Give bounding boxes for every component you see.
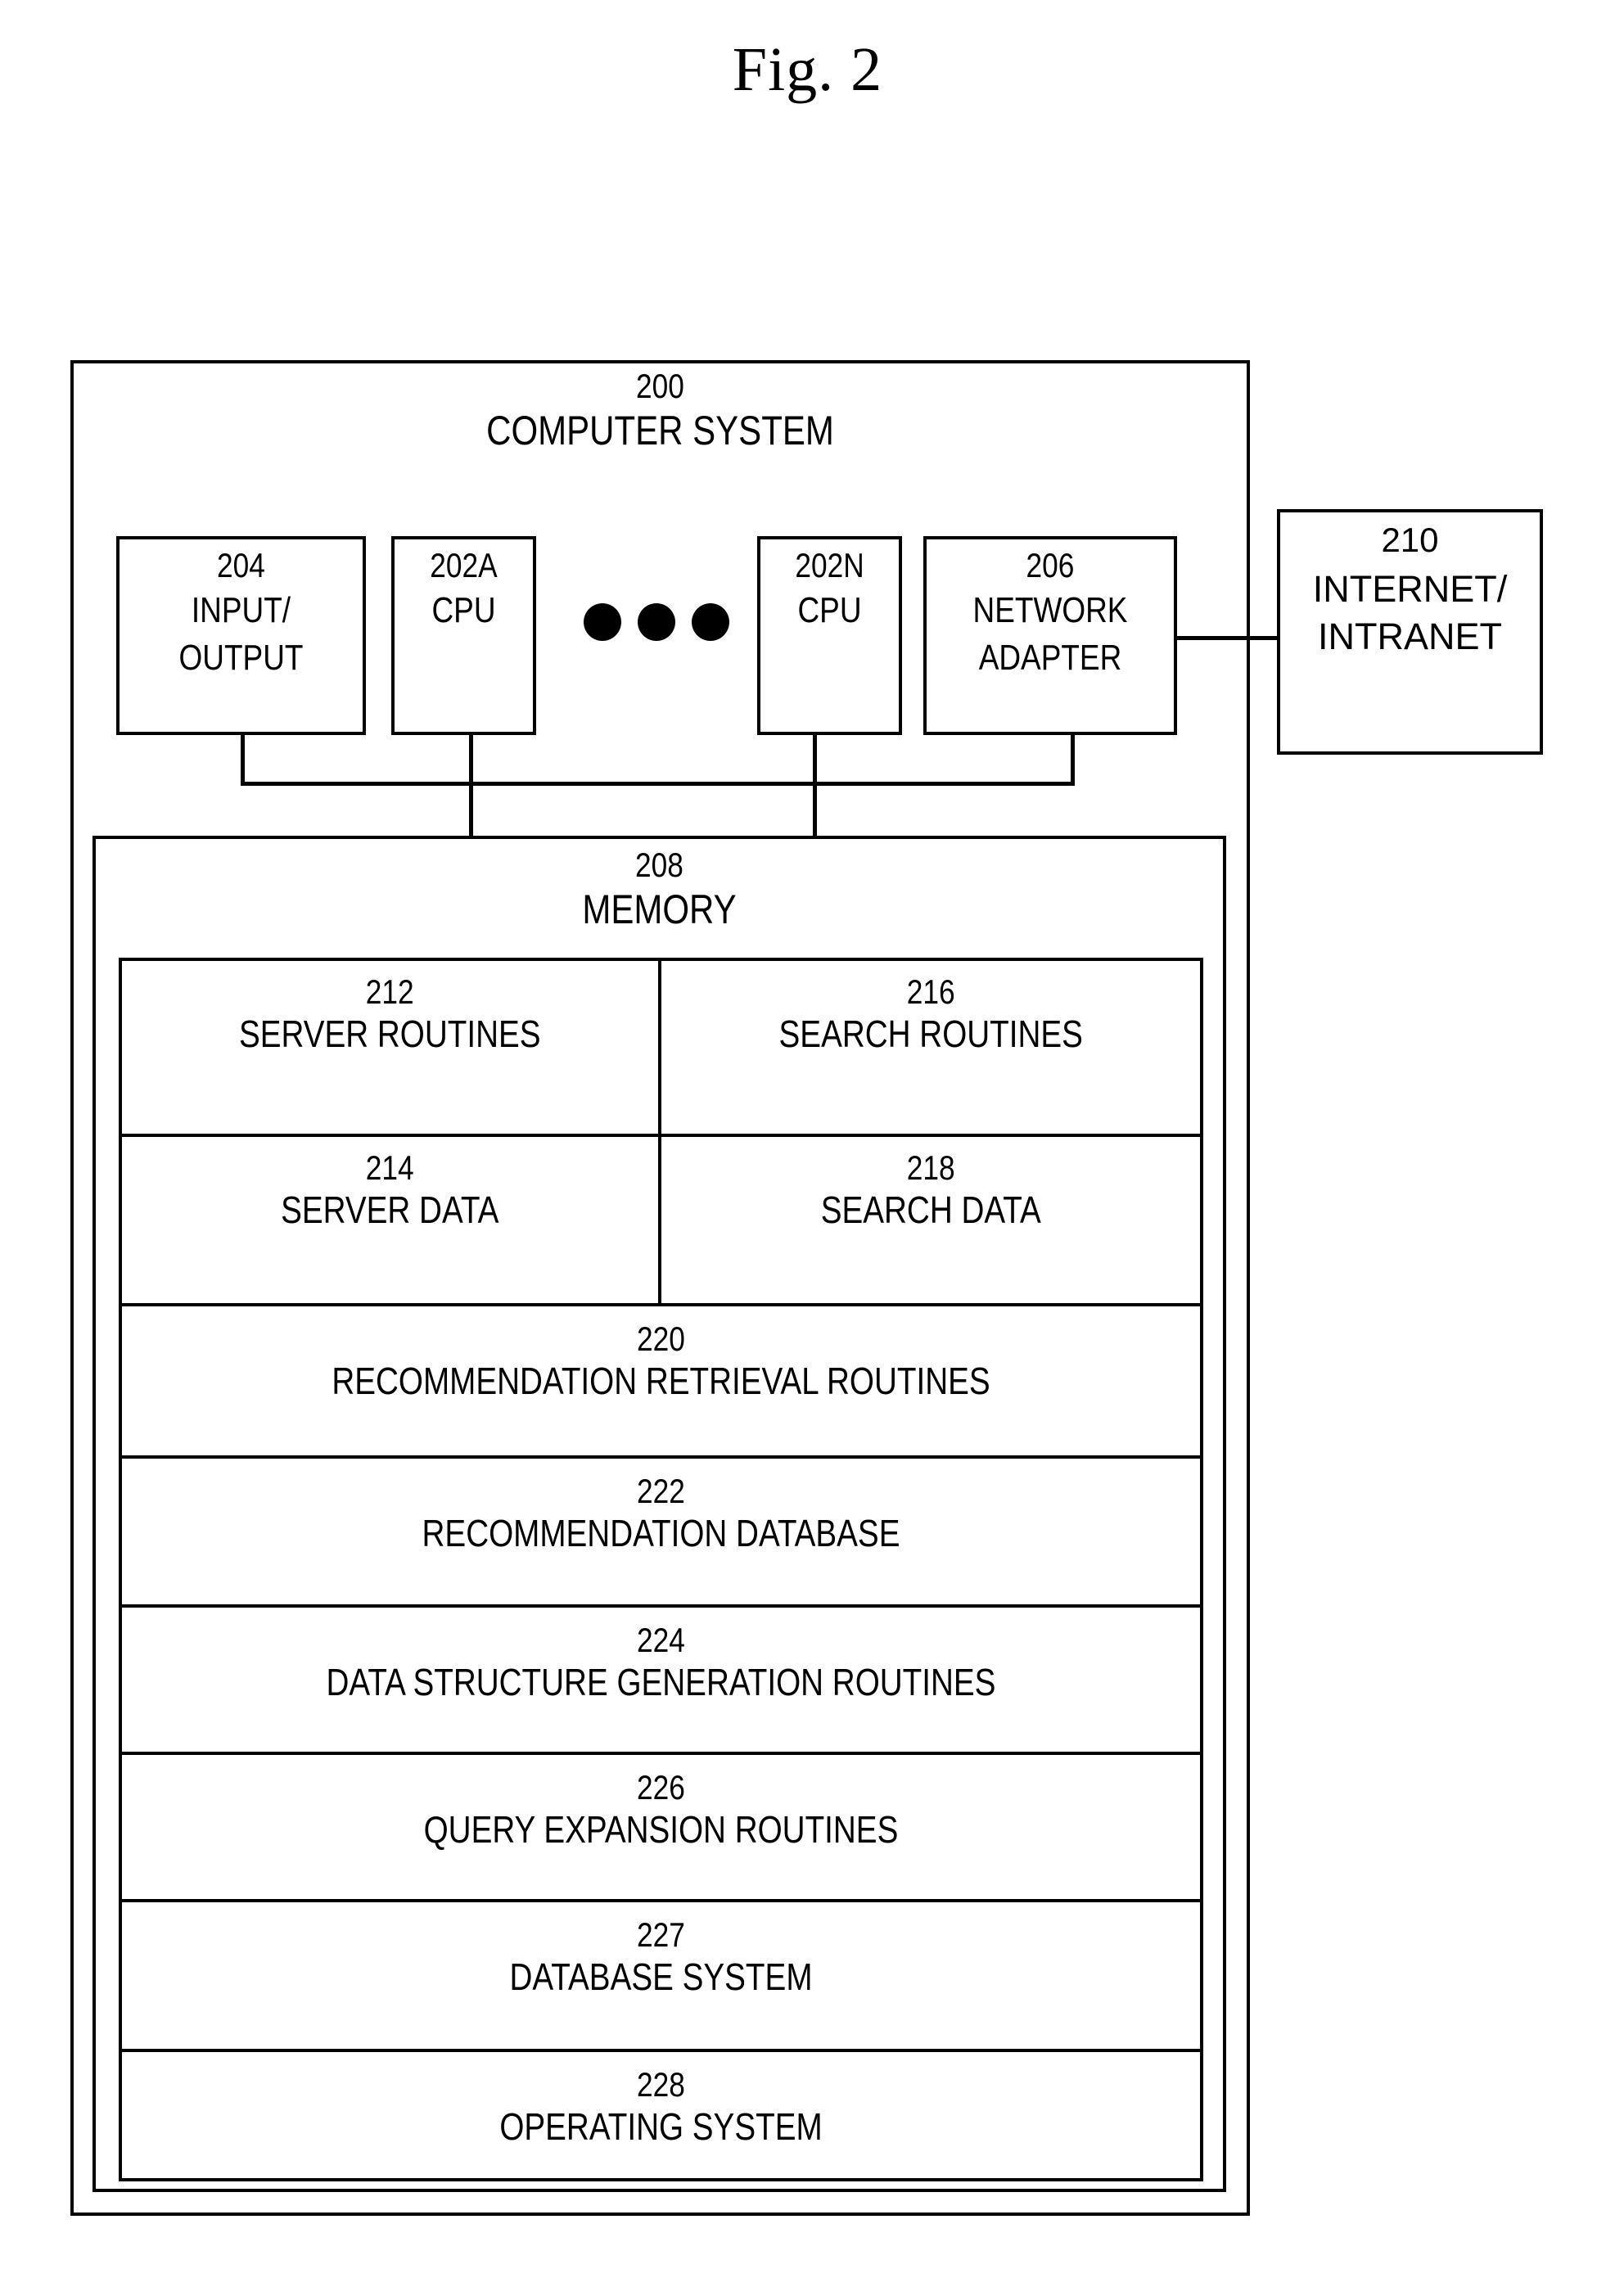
memory-cell-ref: 228 [637, 2065, 685, 2104]
memory-cell-ref: 226 [637, 1768, 685, 1807]
network-adapter-bus-drop [1071, 733, 1075, 786]
memory-contents-table: 212 SERVER ROUTINES 216 SEARCH ROUTINES … [119, 958, 1203, 2181]
memory-cell-label: RECOMMENDATION DATABASE [422, 1512, 900, 1554]
memory-cell-server-routines: 212 SERVER ROUTINES [122, 961, 661, 1134]
memory-row: 212 SERVER ROUTINES 216 SEARCH ROUTINES [122, 961, 1200, 1137]
memory-cell-label: OPERATING SYSTEM [499, 2105, 823, 2148]
memory-cell-label: QUERY EXPANSION ROUTINES [423, 1808, 899, 1851]
memory-cell-search-routines: 216 SEARCH ROUTINES [661, 961, 1201, 1134]
network-adapter-ref: 206 [1026, 546, 1075, 584]
memory-cell-database-system: 227 DATABASE SYSTEM [122, 1902, 1200, 2049]
cpu-a-ref: 202A [430, 546, 498, 584]
memory-cell-label: RECOMMENDATION RETRIEVAL ROUTINES [332, 1360, 990, 1402]
memory-row: 222 RECOMMENDATION DATABASE [122, 1459, 1200, 1608]
memory-ref: 208 [635, 846, 683, 884]
input-output-label-line2: OUTPUT [178, 638, 304, 678]
input-output-label-line1: INPUT/ [191, 590, 291, 630]
memory-row: 214 SERVER DATA 218 SEARCH DATA [122, 1137, 1200, 1306]
computer-system-ref: 200 [636, 367, 684, 405]
memory-cell-label: DATABASE SYSTEM [509, 1955, 813, 1998]
internet-intranet-ref: 210 [1381, 521, 1439, 559]
memory-cell-data-structure-generation-routines: 224 DATA STRUCTURE GENERATION ROUTINES [122, 1608, 1200, 1752]
system-bus-line [241, 782, 1075, 786]
network-adapter-label-line1: NETWORK [972, 590, 1128, 630]
memory-label: MEMORY [582, 886, 737, 932]
memory-cell-ref: 222 [637, 1472, 685, 1510]
memory-cell-recommendation-database: 222 RECOMMENDATION DATABASE [122, 1459, 1200, 1604]
memory-cell-ref: 224 [637, 1621, 685, 1659]
memory-cell-ref: 212 [365, 972, 414, 1011]
memory-row: 224 DATA STRUCTURE GENERATION ROUTINES [122, 1608, 1200, 1755]
continuation-dot-3 [692, 603, 729, 641]
memory-cell-operating-system: 228 OPERATING SYSTEM [122, 2052, 1200, 2181]
memory-cell-server-data: 214 SERVER DATA [122, 1137, 661, 1303]
continuation-dot-1 [584, 603, 621, 641]
memory-cell-recommendation-retrieval-routines: 220 RECOMMENDATION RETRIEVAL ROUTINES [122, 1306, 1200, 1455]
memory-cell-search-data: 218 SEARCH DATA [661, 1137, 1201, 1303]
cpu-n-ref: 202N [795, 546, 864, 584]
internet-intranet-label-line2: INTRANET [1318, 616, 1502, 657]
memory-cell-query-expansion-routines: 226 QUERY EXPANSION ROUTINES [122, 1755, 1200, 1899]
memory-row: 226 QUERY EXPANSION ROUTINES [122, 1755, 1200, 1902]
memory-cell-label: SEARCH ROUTINES [778, 1013, 1083, 1055]
network-adapter-label-line2: ADAPTER [978, 638, 1122, 678]
memory-row: 227 DATABASE SYSTEM [122, 1902, 1200, 2052]
memory-cell-label: SERVER DATA [281, 1189, 499, 1231]
computer-system-label: COMPUTER SYSTEM [486, 408, 834, 453]
memory-cell-label: DATA STRUCTURE GENERATION ROUTINES [326, 1661, 996, 1703]
io-bus-drop [241, 733, 245, 786]
memory-cell-label: SEARCH DATA [820, 1189, 1041, 1231]
memory-cell-ref: 218 [906, 1148, 955, 1187]
figure-title: Fig. 2 [732, 35, 883, 104]
cpu-a-bus-drop [469, 733, 473, 838]
input-output-ref: 204 [217, 546, 265, 584]
internet-intranet-label-line1: INTERNET/ [1312, 568, 1508, 610]
memory-row: 220 RECOMMENDATION RETRIEVAL ROUTINES [122, 1306, 1200, 1459]
memory-cell-ref: 216 [906, 972, 955, 1011]
memory-row: 228 OPERATING SYSTEM [122, 2052, 1200, 2181]
memory-cell-ref: 227 [637, 1915, 685, 1954]
network-internet-connector [1174, 636, 1280, 640]
continuation-dot-2 [638, 603, 675, 641]
memory-cell-label: SERVER ROUTINES [238, 1013, 541, 1055]
cpu-n-label: CPU [797, 590, 862, 630]
cpu-n-bus-drop [813, 733, 817, 838]
memory-cell-ref: 220 [637, 1319, 685, 1358]
cpu-a-label: CPU [431, 590, 496, 630]
memory-cell-ref: 214 [365, 1148, 414, 1187]
